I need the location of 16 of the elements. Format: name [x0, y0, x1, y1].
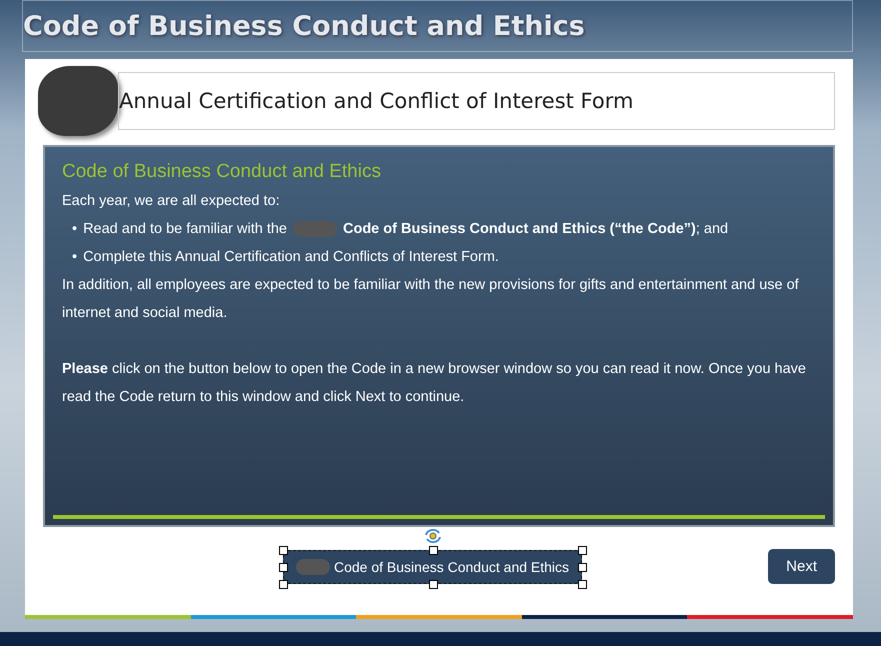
redaction-mark	[293, 221, 337, 237]
resize-handle[interactable]	[428, 546, 438, 554]
next-button[interactable]: Next	[768, 549, 835, 584]
page-title: Code of Business Conduct and Ethics	[23, 10, 585, 42]
form-title: Annual Certification and Conflict of Interest Form	[118, 72, 835, 130]
panel-heading: Code of Business Conduct and Ethics	[62, 161, 382, 183]
bullet-text: Read and to be familiar with the	[83, 220, 287, 239]
bullet-text: Code of Business Conduct and Ethics (“the Code”); and	[343, 220, 728, 239]
paragraph: Please click on the button below to open the Code in a new browser window so you can read it now. Once you have read the Code return to this window and click Next to continue.	[62, 360, 808, 407]
rotate-icon[interactable]	[422, 528, 443, 544]
intro-text: Each year, we are all expected to:	[62, 192, 281, 211]
bullet-text: Complete this Annual Certification and Conflicts of Interest Form.	[83, 248, 499, 267]
bullet-marker: •	[72, 220, 78, 239]
code-link-button[interactable]: Code of Business Conduct and Ethics	[283, 550, 582, 584]
paragraph: In addition, all employees are expected to be familiar with the new provisions for gifts and entertainment and use of internet and social media.	[62, 276, 800, 323]
bullet-marker: •	[72, 248, 78, 267]
